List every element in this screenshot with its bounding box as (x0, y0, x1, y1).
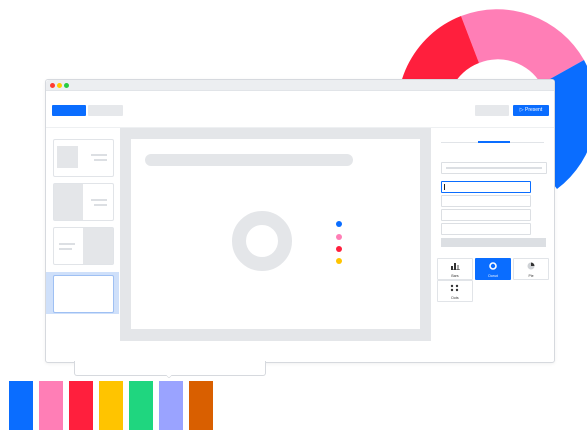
inspector-action-button[interactable] (441, 238, 546, 247)
toolbar: ▷ Present (46, 91, 554, 128)
inspector-input[interactable] (441, 209, 531, 221)
inspector-input[interactable] (441, 195, 531, 207)
slide-list (46, 128, 119, 362)
color-swatch[interactable] (99, 381, 123, 430)
app-window: ▷ Present Bars Donut Pie Dots (45, 79, 555, 363)
inspector-text-field[interactable] (441, 162, 547, 174)
slide-thumbnail-selected[interactable] (53, 275, 114, 313)
chart-type-donut[interactable]: Donut (475, 258, 511, 280)
inspector-input[interactable] (441, 223, 531, 235)
maximize-window-button[interactable] (64, 83, 69, 88)
slide-thumbnail[interactable] (53, 227, 114, 265)
chart-type-label: Dots (451, 296, 459, 300)
color-swatch[interactable] (39, 381, 63, 430)
title-bar (46, 80, 554, 91)
chart-type-bars[interactable]: Bars (437, 258, 473, 280)
color-swatch[interactable] (129, 381, 153, 430)
toolbar-primary-button[interactable] (52, 105, 86, 116)
legend-dot-red (336, 246, 342, 252)
text-caret (444, 184, 445, 190)
legend-dot-pink (336, 234, 342, 240)
color-swatch[interactable] (69, 381, 93, 430)
legend-dot-yellow (336, 258, 342, 264)
minimize-window-button[interactable] (57, 83, 62, 88)
chart-type-pie[interactable]: Pie (513, 258, 549, 280)
toolbar-secondary-button[interactable] (88, 105, 123, 116)
color-swatch[interactable] (9, 381, 33, 430)
dots-chart-icon (450, 284, 459, 292)
bar-chart-icon (451, 263, 460, 270)
donut-chart-icon (489, 262, 497, 270)
toolbar-share-button[interactable] (475, 105, 509, 116)
caret-down-icon (166, 375, 172, 378)
present-button[interactable]: ▷ Present (513, 105, 549, 116)
inspector-tab-active[interactable] (478, 141, 510, 143)
chart-type-label: Pie (528, 274, 534, 278)
slide-title-placeholder[interactable] (145, 154, 353, 166)
chart-type-label: Donut (488, 274, 498, 278)
inspector-panel: Bars Donut Pie Dots (431, 128, 554, 362)
current-slide[interactable] (131, 139, 420, 329)
chart-type-dots[interactable]: Dots (437, 280, 473, 302)
slide-thumbnail[interactable] (53, 139, 114, 177)
chart-type-label: Bars (451, 274, 459, 278)
color-swatch[interactable] (159, 381, 183, 430)
inspector-input-focused[interactable] (441, 181, 531, 193)
pie-chart-icon (527, 262, 535, 270)
close-window-button[interactable] (50, 83, 55, 88)
editor-canvas (120, 128, 431, 341)
color-swatch[interactable] (189, 381, 213, 430)
slide-donut-chart[interactable] (232, 211, 292, 271)
slide-thumbnail[interactable] (53, 183, 114, 221)
legend-dot-blue (336, 221, 342, 227)
status-bar (74, 361, 266, 376)
